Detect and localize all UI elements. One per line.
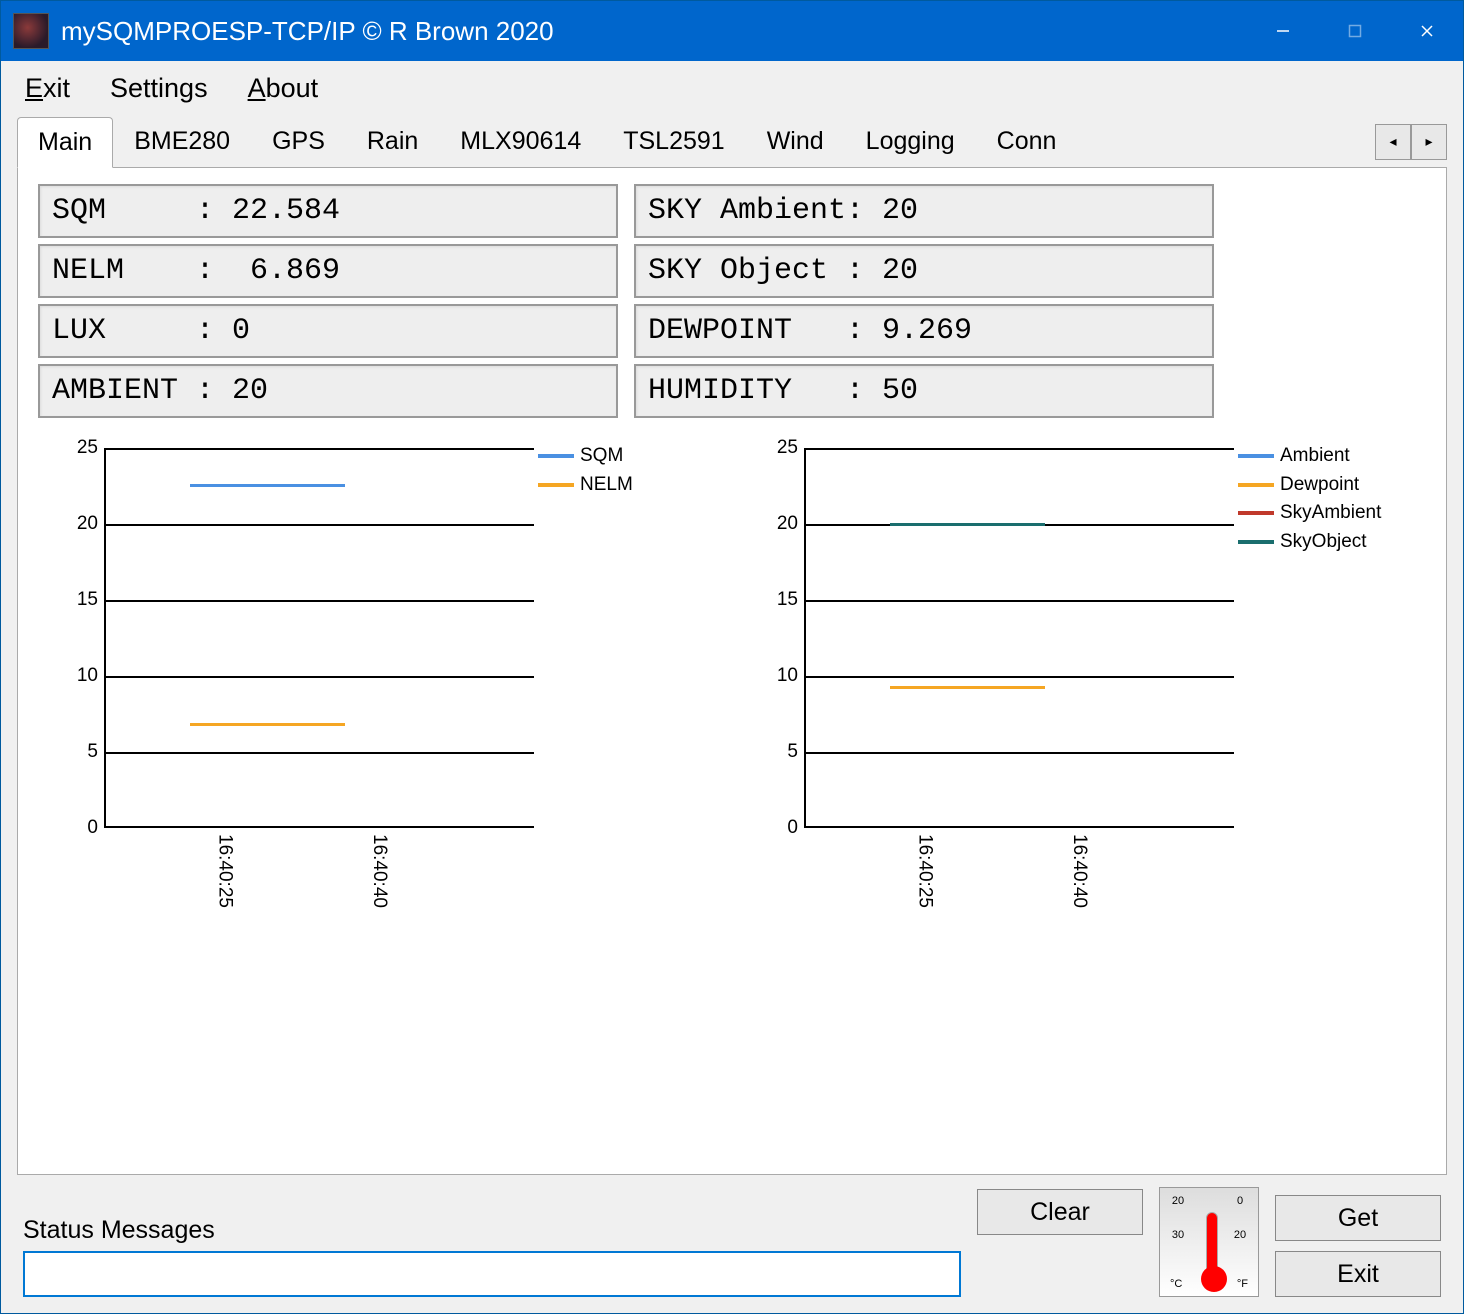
- menu-about[interactable]: About: [248, 73, 319, 104]
- tab-rain[interactable]: Rain: [346, 116, 439, 167]
- status-block: Status Messages: [23, 1216, 961, 1297]
- minimize-button[interactable]: [1247, 1, 1319, 61]
- chart-left-legend: SQMNELM: [538, 438, 633, 918]
- clear-button[interactable]: Clear: [977, 1189, 1143, 1235]
- menu-settings[interactable]: Settings: [110, 73, 208, 104]
- series-skyobject: [890, 523, 1045, 526]
- y-tick: 10: [777, 665, 798, 687]
- tab-content-main: SQM : 22.584 NELM : 6.869 LUX : 0 AMBIEN…: [17, 167, 1447, 1175]
- legend-label: NELM: [580, 471, 633, 500]
- readout-sky-object: SKY Object : 20: [634, 244, 1214, 298]
- readout-lux: LUX : 0: [38, 304, 618, 358]
- legend-swatch: [1238, 483, 1274, 487]
- y-tick: 15: [777, 589, 798, 611]
- legend-swatch: [1238, 540, 1274, 544]
- readout-ambient: AMBIENT : 20: [38, 364, 618, 418]
- app-icon: [13, 13, 49, 49]
- readout-humidity: HUMIDITY : 50: [634, 364, 1214, 418]
- maximize-button[interactable]: [1319, 1, 1391, 61]
- tab-main[interactable]: Main: [17, 117, 113, 168]
- y-tick: 0: [87, 817, 98, 839]
- therm-left-bottom: 30: [1168, 1228, 1188, 1242]
- menubar: Exit Settings About: [1, 61, 1463, 116]
- chart-left-wrap: 0 5 10 15 20 25 16:40:25 16:40:40 SQMNELM: [38, 438, 718, 918]
- y-tick: 20: [777, 513, 798, 535]
- y-tick: 10: [77, 665, 98, 687]
- legend-label: SkyAmbient: [1280, 499, 1381, 528]
- legend-item: SkyAmbient: [1238, 499, 1381, 528]
- readout-col-left: SQM : 22.584 NELM : 6.869 LUX : 0 AMBIEN…: [38, 184, 618, 418]
- get-button[interactable]: Get: [1275, 1195, 1441, 1241]
- series-dewpoint: [890, 686, 1045, 689]
- status-input[interactable]: [23, 1251, 961, 1297]
- chart-sqm-nelm: 0 5 10 15 20 25 16:40:25 16:40:40: [38, 438, 538, 918]
- charts-row: 0 5 10 15 20 25 16:40:25 16:40:40 SQMNELM 0 5 10 1…: [38, 438, 1426, 918]
- legend-swatch: [538, 483, 574, 487]
- window-title: mySQMPROESP-TCP/IP © R Brown 2020: [61, 16, 1247, 47]
- x-tick: 16:40:40: [1068, 834, 1090, 908]
- titlebar[interactable]: mySQMPROESP-TCP/IP © R Brown 2020: [1, 1, 1463, 61]
- y-tick: 5: [87, 741, 98, 763]
- tab-logging[interactable]: Logging: [845, 116, 976, 167]
- exit-button[interactable]: Exit: [1275, 1251, 1441, 1297]
- close-button[interactable]: [1391, 1, 1463, 61]
- tab-wind[interactable]: Wind: [746, 116, 845, 167]
- tab-scroll: ◂ ▸: [1375, 124, 1447, 160]
- chart-ambient-dewpoint: 0 5 10 15 20 25 16:40:25 16:40:40: [738, 438, 1238, 918]
- x-tick: 16:40:40: [368, 834, 390, 908]
- readout-sqm: SQM : 22.584: [38, 184, 618, 238]
- y-tick: 25: [777, 437, 798, 459]
- menu-exit[interactable]: Exit: [25, 73, 70, 104]
- status-label: Status Messages: [23, 1216, 961, 1245]
- tab-conn[interactable]: Conn: [976, 116, 1078, 167]
- chart-right-wrap: 0 5 10 15 20 25 16:40:25 16:40:40 AmbientDewpoi…: [738, 438, 1418, 918]
- y-tick: 0: [787, 817, 798, 839]
- thermometer-icon: 20 30 0 20 °C °F: [1159, 1187, 1259, 1297]
- tab-scroll-left[interactable]: ◂: [1375, 124, 1411, 160]
- y-tick: 5: [787, 741, 798, 763]
- series-sqm: [190, 484, 345, 487]
- app-window: mySQMPROESP-TCP/IP © R Brown 2020 Exit S…: [0, 0, 1464, 1314]
- legend-label: SkyObject: [1280, 528, 1367, 557]
- y-tick: 15: [77, 589, 98, 611]
- therm-right-bottom: 20: [1230, 1228, 1250, 1242]
- window-controls: [1247, 1, 1463, 61]
- x-tick: 16:40:25: [913, 834, 935, 908]
- readout-sky-ambient: SKY Ambient: 20: [634, 184, 1214, 238]
- y-tick: 20: [77, 513, 98, 535]
- series-nelm: [190, 723, 345, 726]
- therm-left-top: 20: [1168, 1194, 1188, 1208]
- tab-strip: Main BME280 GPS Rain MLX90614 TSL2591 Wi…: [1, 116, 1463, 167]
- readout-col-right: SKY Ambient: 20 SKY Object : 20 DEWPOINT…: [634, 184, 1214, 418]
- bottom-bar: Status Messages Clear 20 30 0 20 °C °F Get…: [1, 1175, 1463, 1313]
- legend-label: SQM: [580, 442, 623, 471]
- x-tick: 16:40:25: [213, 834, 235, 908]
- button-col-right: Get Exit: [1275, 1195, 1441, 1297]
- therm-right-top: 0: [1230, 1194, 1250, 1208]
- legend-item: SQM: [538, 442, 633, 471]
- therm-unit-f: °F: [1237, 1278, 1248, 1290]
- legend-item: NELM: [538, 471, 633, 500]
- chart-right-legend: AmbientDewpointSkyAmbientSkyObject: [1238, 438, 1381, 918]
- therm-unit-c: °C: [1170, 1278, 1182, 1290]
- legend-item: Dewpoint: [1238, 471, 1381, 500]
- legend-item: SkyObject: [1238, 528, 1381, 557]
- tab-scroll-right[interactable]: ▸: [1411, 124, 1447, 160]
- readout-nelm: NELM : 6.869: [38, 244, 618, 298]
- legend-item: Ambient: [1238, 442, 1381, 471]
- legend-swatch: [538, 454, 574, 458]
- tab-mlx90614[interactable]: MLX90614: [439, 116, 602, 167]
- readout-dewpoint: DEWPOINT : 9.269: [634, 304, 1214, 358]
- tab-gps[interactable]: GPS: [251, 116, 346, 167]
- y-tick: 25: [77, 437, 98, 459]
- legend-swatch: [1238, 454, 1274, 458]
- legend-swatch: [1238, 511, 1274, 515]
- tab-bme280[interactable]: BME280: [113, 116, 251, 167]
- readouts: SQM : 22.584 NELM : 6.869 LUX : 0 AMBIEN…: [38, 184, 1426, 418]
- tab-tsl2591[interactable]: TSL2591: [602, 116, 745, 167]
- legend-label: Dewpoint: [1280, 471, 1359, 500]
- legend-label: Ambient: [1280, 442, 1350, 471]
